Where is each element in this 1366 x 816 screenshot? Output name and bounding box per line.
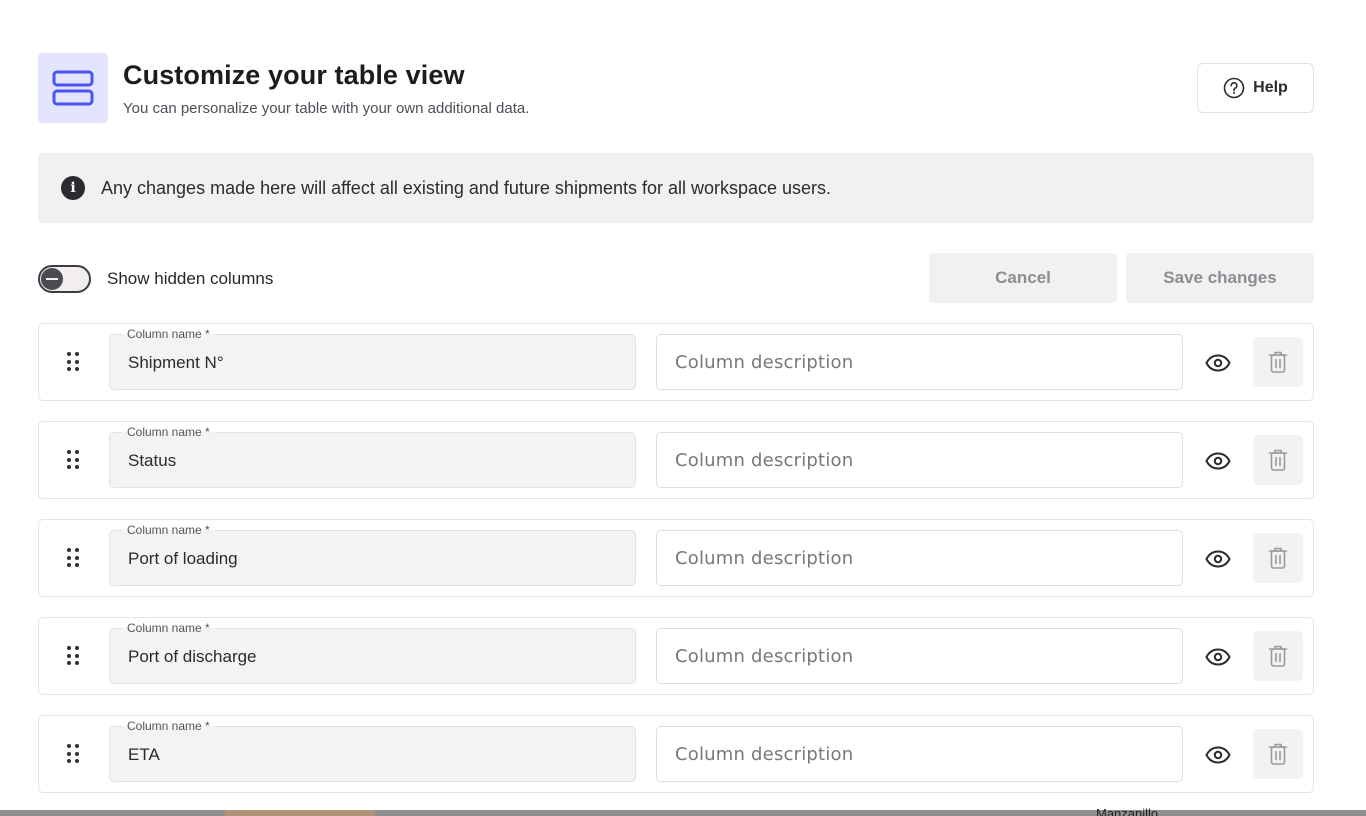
drag-handle-icon[interactable] xyxy=(67,744,81,764)
trash-icon[interactable] xyxy=(1253,533,1303,583)
info-banner-text: Any changes made here will affect all ex… xyxy=(101,177,832,198)
column-row: Column name * xyxy=(38,519,1314,597)
show-hidden-columns-toggle[interactable] xyxy=(38,265,91,293)
info-banner: i Any changes made here will affect all … xyxy=(38,153,1314,223)
column-name-field[interactable]: Column name * xyxy=(109,719,636,782)
show-hidden-columns-label: Show hidden columns xyxy=(107,269,274,288)
column-description-input[interactable] xyxy=(656,530,1183,586)
column-row: Column name * xyxy=(38,617,1314,695)
eye-icon[interactable] xyxy=(1203,348,1233,378)
column-row: Column name * xyxy=(38,421,1314,499)
column-name-legend: Column name * xyxy=(122,425,215,439)
table-rows-icon xyxy=(38,53,108,123)
column-name-field[interactable]: Column name * xyxy=(109,523,636,586)
column-name-field[interactable]: Column name * xyxy=(109,621,636,684)
customize-table-modal: Customize your table view You can person… xyxy=(0,0,1366,810)
background-content: Manzanillo xyxy=(0,806,1366,816)
eye-icon[interactable] xyxy=(1203,446,1233,476)
background-accent-bar xyxy=(225,810,375,816)
background-peek-text: Manzanillo xyxy=(1096,806,1159,816)
column-description-input[interactable] xyxy=(656,628,1183,684)
column-name-input[interactable] xyxy=(128,549,618,569)
info-icon: i xyxy=(61,176,85,200)
column-name-input[interactable] xyxy=(128,647,618,667)
column-name-input[interactable] xyxy=(128,451,618,471)
save-changes-button[interactable]: Save changes xyxy=(1126,253,1314,303)
column-name-legend: Column name * xyxy=(122,621,215,635)
column-name-input[interactable] xyxy=(128,353,618,373)
drag-handle-icon[interactable] xyxy=(67,352,81,372)
trash-icon[interactable] xyxy=(1253,435,1303,485)
page-subtitle: You can personalize your table with your… xyxy=(123,100,530,117)
eye-icon[interactable] xyxy=(1203,740,1233,770)
eye-icon[interactable] xyxy=(1203,642,1233,672)
toggle-off-icon xyxy=(41,268,63,290)
eye-icon[interactable] xyxy=(1203,544,1233,574)
question-circle-icon xyxy=(1223,77,1245,99)
column-name-legend: Column name * xyxy=(122,523,215,537)
cancel-button[interactable]: Cancel xyxy=(929,253,1117,303)
column-name-legend: Column name * xyxy=(122,327,215,341)
trash-icon[interactable] xyxy=(1253,729,1303,779)
drag-handle-icon[interactable] xyxy=(67,548,81,568)
column-name-field[interactable]: Column name * xyxy=(109,425,636,488)
help-label: Help xyxy=(1253,79,1288,96)
column-description-input[interactable] xyxy=(656,726,1183,782)
column-name-input[interactable] xyxy=(128,745,618,765)
column-description-input[interactable] xyxy=(656,432,1183,488)
column-row: Column name * xyxy=(38,715,1314,793)
drag-handle-icon[interactable] xyxy=(67,450,81,470)
trash-icon[interactable] xyxy=(1253,337,1303,387)
trash-icon[interactable] xyxy=(1253,631,1303,681)
column-description-input[interactable] xyxy=(656,334,1183,390)
column-name-legend: Column name * xyxy=(122,719,215,733)
drag-handle-icon[interactable] xyxy=(67,646,81,666)
page-title: Customize your table view xyxy=(123,60,465,90)
column-row: Column name * xyxy=(38,323,1314,401)
help-button[interactable]: Help xyxy=(1197,63,1314,113)
column-name-field[interactable]: Column name * xyxy=(109,327,636,390)
